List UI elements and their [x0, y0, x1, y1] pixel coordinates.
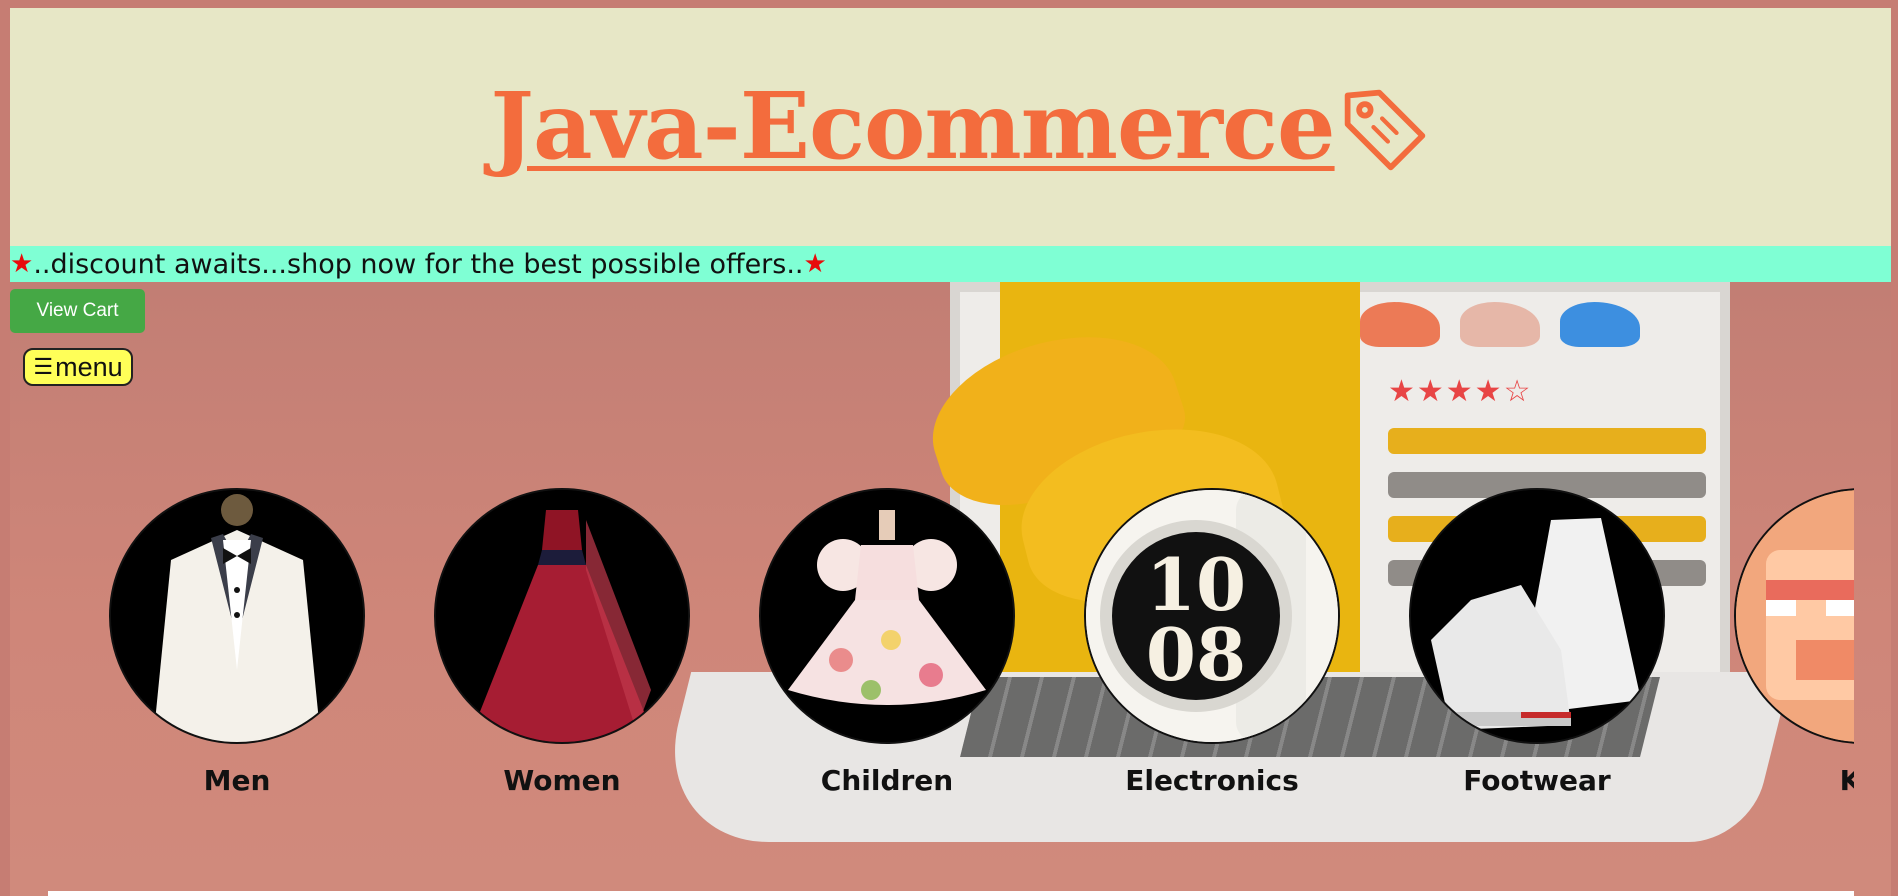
star-icon: ★ — [803, 249, 827, 279]
content-divider — [48, 891, 1854, 896]
category-men[interactable]: Men — [107, 486, 367, 797]
view-cart-button[interactable]: View Cart — [10, 289, 145, 333]
category-label[interactable]: Children — [757, 764, 1017, 797]
category-kit[interactable]: Kit — [1732, 486, 1854, 797]
brand: Java-Ecommerce — [10, 80, 1891, 176]
discount-marquee: ★ ..discount awaits...shop now for the b… — [10, 246, 1891, 282]
site-header: Java-Ecommerce — [10, 8, 1891, 246]
category-footwear[interactable]: Footwear — [1407, 486, 1667, 797]
menu-label: menu — [55, 351, 123, 382]
star-icon: ★ — [10, 249, 34, 279]
banner-bar — [1388, 428, 1706, 454]
tuxedo-image[interactable] — [109, 488, 365, 744]
sneaker-image[interactable] — [1409, 488, 1665, 744]
marquee-text: ..discount awaits...shop now for the bes… — [33, 248, 804, 280]
category-label[interactable]: Women — [432, 764, 692, 797]
gown-image[interactable] — [434, 488, 690, 744]
category-women[interactable]: Women — [432, 486, 692, 797]
category-label[interactable]: Electronics — [1082, 764, 1342, 797]
category-carousel: Men Women Children 10 08 Electronics Foo… — [10, 486, 1854, 806]
category-label[interactable]: Footwear — [1407, 764, 1667, 797]
menu-button[interactable]: ☰ menu — [23, 348, 133, 386]
smartwatch-image[interactable]: 10 08 — [1084, 488, 1340, 744]
tag-icon — [1344, 89, 1425, 171]
category-label[interactable]: Men — [107, 764, 367, 797]
brand-title-link[interactable]: Java-Ecommerce — [490, 80, 1335, 172]
dress-image[interactable] — [759, 488, 1015, 744]
hamburger-icon: ☰ — [33, 354, 54, 379]
category-electronics[interactable]: 10 08 Electronics — [1082, 486, 1342, 797]
rating-stars: ★★★★☆ — [1388, 374, 1533, 409]
category-children[interactable]: Children — [757, 486, 1017, 797]
category-label[interactable]: Kit — [1732, 764, 1854, 797]
svg-text:08: 08 — [1146, 612, 1246, 697]
shop-image[interactable] — [1734, 488, 1854, 744]
